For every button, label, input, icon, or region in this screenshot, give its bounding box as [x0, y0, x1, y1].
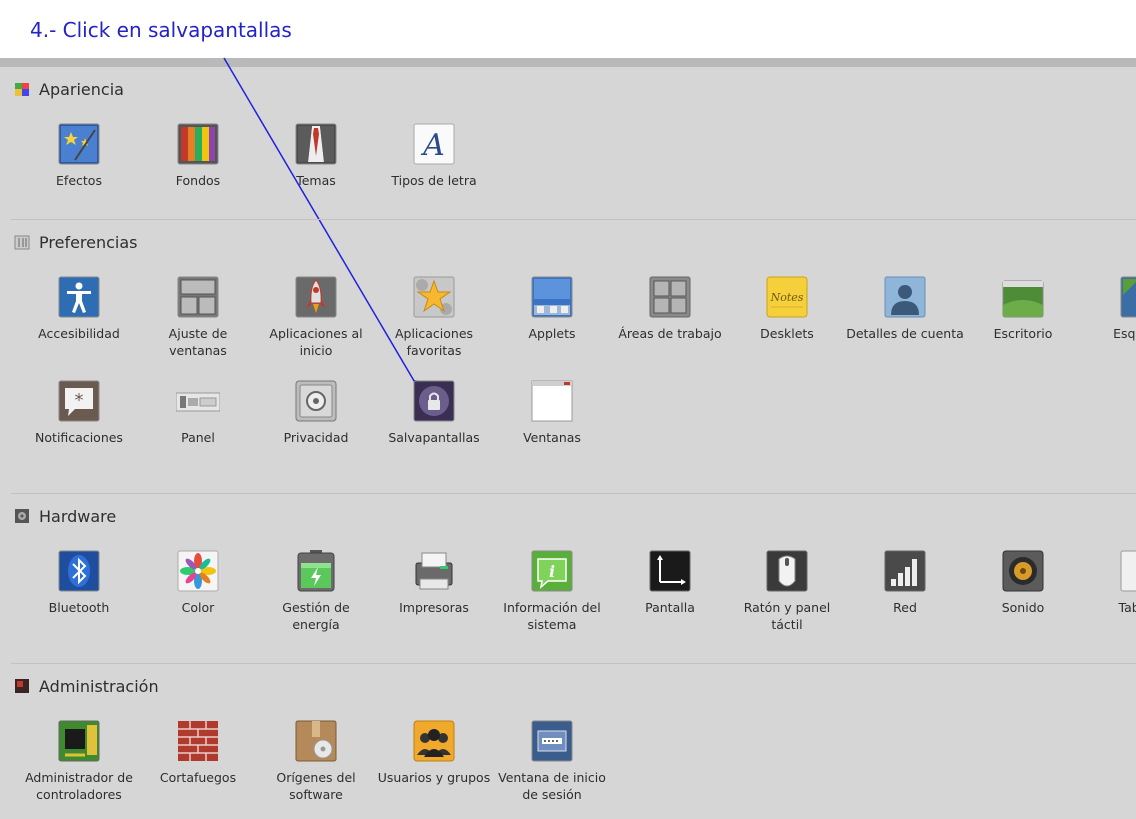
- color-icon: [176, 549, 220, 593]
- power-battery-icon: [294, 549, 338, 593]
- desklets-note-icon: Notes: [765, 275, 809, 319]
- desktop-icon: [1001, 275, 1045, 319]
- display-icon: [648, 549, 692, 593]
- software-sources-icon: [294, 719, 338, 763]
- startup-rocket-icon: [294, 275, 338, 319]
- tablet-icon: [1119, 549, 1136, 593]
- fonts-icon: A: [412, 122, 456, 166]
- item-origenes-del-software[interactable]: Orígenes del software: [257, 719, 375, 803]
- effects-icon: [57, 122, 101, 166]
- firewall-brick-icon: [176, 719, 220, 763]
- favorites-star-icon: [412, 275, 456, 319]
- item-administrador-de-controladores[interactable]: Administrador de controladores: [20, 719, 138, 803]
- driver-chip-icon: [57, 719, 101, 763]
- item-usuarios-y-grupos[interactable]: Usuarios y grupos: [375, 719, 493, 786]
- item-bluetooth[interactable]: Bluetooth: [20, 549, 138, 616]
- privacy-safe-icon: [294, 379, 338, 423]
- item-panel[interactable]: Panel: [139, 379, 257, 446]
- svg-text:i: i: [549, 562, 555, 581]
- item-ventana-de-inicio-de-sesion[interactable]: Ventana de inicio de sesión: [493, 719, 611, 803]
- section-administracion: Administración: [14, 675, 159, 697]
- item-privacidad[interactable]: Privacidad: [257, 379, 375, 446]
- item-salvapantallas[interactable]: Salvapantallas: [375, 379, 493, 446]
- item-tableta[interactable]: Tableta: [1082, 549, 1136, 616]
- section-divider: [11, 219, 1136, 220]
- system-info-icon: i: [530, 549, 574, 593]
- svg-text:A: A: [420, 128, 445, 163]
- section-apariencia: Apariencia: [14, 78, 124, 100]
- section-preferencias: Preferencias: [14, 231, 138, 253]
- notifications-icon: *: [57, 379, 101, 423]
- screensaver-lock-icon: [412, 379, 456, 423]
- toolbar-strip: [0, 58, 1136, 67]
- item-applets[interactable]: Applets: [493, 275, 611, 342]
- section-divider: [11, 663, 1136, 664]
- section-title: Preferencias: [39, 232, 138, 252]
- workspaces-icon: [648, 275, 692, 319]
- printer-icon: [412, 549, 456, 593]
- item-efectos[interactable]: Efectos: [20, 122, 138, 189]
- item-color[interactable]: Color: [139, 549, 257, 616]
- accessibility-icon: [57, 275, 101, 319]
- section-hardware: Hardware: [14, 505, 116, 527]
- item-accesibilidad[interactable]: Accesibilidad: [20, 275, 138, 342]
- network-icon: [883, 549, 927, 593]
- annotation-bar: 4.- Click en salvapantallas: [0, 0, 1136, 67]
- svg-text:Notes: Notes: [770, 291, 804, 304]
- item-areas-de-trabajo[interactable]: Áreas de trabajo: [611, 275, 729, 342]
- appearance-section-icon: [14, 81, 30, 97]
- item-cortafuegos[interactable]: Cortafuegos: [139, 719, 257, 786]
- login-window-icon: [530, 719, 574, 763]
- bluetooth-icon: [57, 549, 101, 593]
- section-title: Hardware: [39, 506, 117, 526]
- item-esquinas[interactable]: Esquinas: [1082, 275, 1136, 342]
- item-aplicaciones-al-inicio[interactable]: Aplicaciones al inicio: [257, 275, 375, 359]
- section-divider: [11, 493, 1136, 494]
- item-tipos-de-letra[interactable]: A Tipos de letra: [375, 122, 493, 189]
- hot-corners-icon: [1119, 275, 1136, 319]
- item-temas[interactable]: Temas: [257, 122, 375, 189]
- annotation-text: 4.- Click en salvapantallas: [30, 18, 292, 42]
- item-notificaciones[interactable]: * Notificaciones: [20, 379, 138, 446]
- item-gestion-de-energia[interactable]: Gestión de energía: [257, 549, 375, 633]
- applets-icon: [530, 275, 574, 319]
- svg-text:*: *: [75, 390, 84, 411]
- item-sonido[interactable]: Sonido: [964, 549, 1082, 616]
- item-informacion-del-sistema[interactable]: i Información del sistema: [493, 549, 611, 633]
- item-impresoras[interactable]: Impresoras: [375, 549, 493, 616]
- item-desklets[interactable]: Notes Desklets: [728, 275, 846, 342]
- item-escritorio[interactable]: Escritorio: [964, 275, 1082, 342]
- item-ajuste-de-ventanas[interactable]: Ajuste de ventanas: [139, 275, 257, 359]
- windows-icon: [530, 379, 574, 423]
- mouse-icon: [765, 549, 809, 593]
- item-fondos[interactable]: Fondos: [139, 122, 257, 189]
- users-groups-icon: [412, 719, 456, 763]
- sound-speaker-icon: [1001, 549, 1045, 593]
- hardware-section-icon: [14, 508, 30, 524]
- item-pantalla[interactable]: Pantalla: [611, 549, 729, 616]
- window-tiling-icon: [176, 275, 220, 319]
- panel-icon: [176, 379, 220, 423]
- wallpaper-icon: [176, 122, 220, 166]
- item-ventanas[interactable]: Ventanas: [493, 379, 611, 446]
- section-title: Administración: [39, 676, 159, 696]
- item-red[interactable]: Red: [846, 549, 964, 616]
- item-aplicaciones-favoritas[interactable]: Aplicaciones favoritas: [375, 275, 493, 359]
- themes-icon: [294, 122, 338, 166]
- administration-section-icon: [14, 678, 30, 694]
- account-user-icon: [883, 275, 927, 319]
- item-detalles-de-cuenta[interactable]: Detalles de cuenta: [846, 275, 964, 342]
- section-title: Apariencia: [39, 79, 124, 99]
- preferences-section-icon: [14, 234, 30, 250]
- item-raton-y-panel-tactil[interactable]: Ratón y panel táctil: [728, 549, 846, 633]
